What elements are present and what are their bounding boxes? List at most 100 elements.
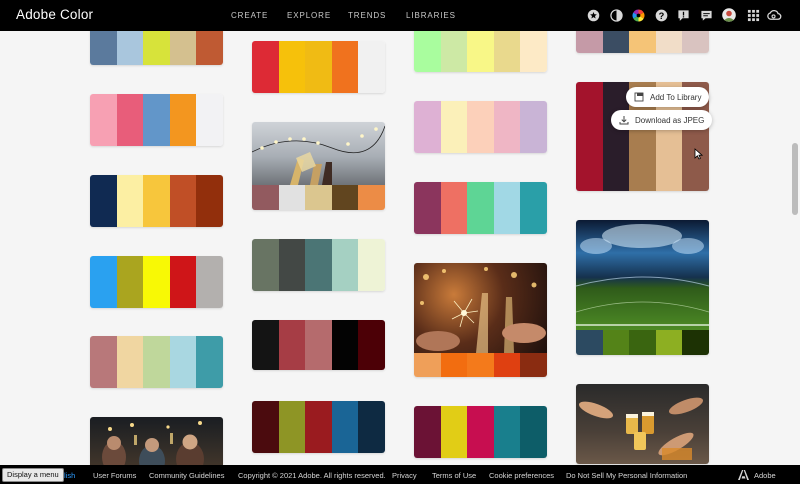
color-swatch[interactable] (169, 336, 197, 388)
color-swatch[interactable] (196, 31, 223, 65)
creative-cloud-icon[interactable] (766, 9, 782, 22)
color-swatch[interactable] (305, 401, 332, 453)
color-swatch[interactable] (493, 101, 521, 153)
color-swatch[interactable] (602, 31, 630, 53)
color-swatch[interactable] (414, 353, 441, 377)
color-swatch[interactable] (143, 256, 170, 308)
photo-palette-card[interactable] (252, 122, 385, 210)
app-title[interactable]: Adobe Color (16, 7, 93, 22)
color-swatch[interactable] (278, 239, 306, 291)
color-swatch[interactable] (682, 330, 709, 355)
footer-adobe-label[interactable]: Adobe (754, 471, 776, 480)
color-swatch[interactable] (520, 101, 547, 153)
color-swatch[interactable] (629, 330, 656, 355)
palette-card[interactable] (252, 320, 385, 370)
color-swatch[interactable] (331, 239, 359, 291)
color-swatch[interactable] (305, 41, 332, 93)
color-swatch[interactable] (520, 406, 547, 458)
color-swatch[interactable] (655, 330, 683, 355)
color-swatch[interactable] (196, 94, 223, 146)
color-swatch[interactable] (467, 101, 494, 153)
color-swatch[interactable] (414, 31, 441, 72)
color-swatch[interactable] (305, 239, 332, 291)
help-icon[interactable]: ? (655, 9, 668, 22)
footer-link-do-not-sell[interactable]: Do Not Sell My Personal Information (566, 471, 687, 480)
color-swatch[interactable] (331, 185, 359, 210)
color-swatch[interactable] (520, 182, 547, 234)
color-swatch[interactable] (440, 182, 468, 234)
color-swatch[interactable] (143, 175, 170, 227)
palette-card[interactable] (414, 101, 547, 153)
color-swatch[interactable] (682, 31, 709, 53)
palette-card[interactable] (414, 406, 547, 458)
color-swatch[interactable] (440, 31, 468, 72)
palette-card[interactable] (576, 31, 709, 53)
palette-card[interactable] (252, 401, 385, 453)
color-swatch[interactable] (493, 406, 521, 458)
photo-palette-card[interactable] (576, 384, 709, 464)
color-swatch[interactable] (90, 94, 117, 146)
color-swatch[interactable] (331, 320, 359, 370)
color-swatch[interactable] (493, 353, 521, 377)
color-swatch[interactable] (520, 31, 547, 72)
color-swatch[interactable] (440, 353, 468, 377)
palette-card[interactable] (90, 175, 223, 227)
color-swatch[interactable] (358, 239, 385, 291)
color-swatch[interactable] (169, 94, 197, 146)
color-swatch[interactable] (116, 31, 144, 65)
color-swatch[interactable] (278, 320, 306, 370)
color-swatch[interactable] (440, 101, 468, 153)
nav-libraries[interactable]: LIBRARIES (406, 11, 456, 20)
color-swatch[interactable] (576, 330, 603, 355)
color-swatch[interactable] (467, 406, 494, 458)
color-swatch[interactable] (252, 41, 279, 93)
footer-link-terms-of-use[interactable]: Terms of Use (432, 471, 476, 480)
color-swatch[interactable] (414, 101, 441, 153)
gear-icon[interactable] (587, 9, 600, 22)
color-swatch[interactable] (169, 256, 197, 308)
color-swatch[interactable] (467, 182, 494, 234)
color-swatch[interactable] (252, 320, 279, 370)
color-swatch[interactable] (278, 41, 306, 93)
palette-card[interactable] (252, 239, 385, 291)
color-swatch[interactable] (493, 31, 521, 72)
color-swatch[interactable] (143, 336, 170, 388)
color-swatch[interactable] (196, 175, 223, 227)
color-swatch[interactable] (358, 401, 385, 453)
color-swatch[interactable] (196, 336, 223, 388)
color-swatch[interactable] (602, 330, 630, 355)
footer-link-privacy[interactable]: Privacy (392, 471, 417, 480)
color-swatch[interactable] (440, 406, 468, 458)
palette-card[interactable] (90, 336, 223, 388)
color-swatch[interactable] (655, 31, 683, 53)
color-swatch[interactable] (278, 185, 306, 210)
color-swatch[interactable] (331, 41, 359, 93)
palette-card[interactable] (90, 31, 223, 65)
color-swatch[interactable] (467, 31, 494, 72)
color-swatch[interactable] (493, 182, 521, 234)
palette-card[interactable] (414, 31, 547, 72)
add-to-library-button[interactable]: Add To Library (626, 87, 710, 107)
color-swatch[interactable] (90, 336, 117, 388)
color-swatch[interactable] (414, 406, 441, 458)
color-swatch[interactable] (629, 31, 656, 53)
avatar[interactable] (722, 8, 736, 22)
photo-palette-card[interactable] (90, 417, 223, 465)
color-swatch[interactable] (576, 82, 603, 191)
photo-palette-card[interactable] (576, 220, 709, 355)
feedback-icon[interactable] (677, 9, 690, 22)
color-swatch[interactable] (520, 353, 547, 377)
color-swatch[interactable] (414, 182, 441, 234)
color-swatch[interactable] (169, 175, 197, 227)
color-swatch[interactable] (116, 336, 144, 388)
footer-link-user-forums[interactable]: User Forums (93, 471, 136, 480)
color-swatch[interactable] (169, 31, 197, 65)
vertical-scrollbar-thumb[interactable] (792, 143, 798, 215)
palette-card[interactable] (90, 94, 223, 146)
download-jpeg-button[interactable]: Download as JPEG (611, 110, 713, 130)
footer-link-community-guidelines[interactable]: Community Guidelines (149, 471, 224, 480)
color-swatch[interactable] (90, 175, 117, 227)
color-swatch[interactable] (252, 401, 279, 453)
apps-grid-icon[interactable] (747, 9, 760, 22)
color-swatch[interactable] (90, 256, 117, 308)
